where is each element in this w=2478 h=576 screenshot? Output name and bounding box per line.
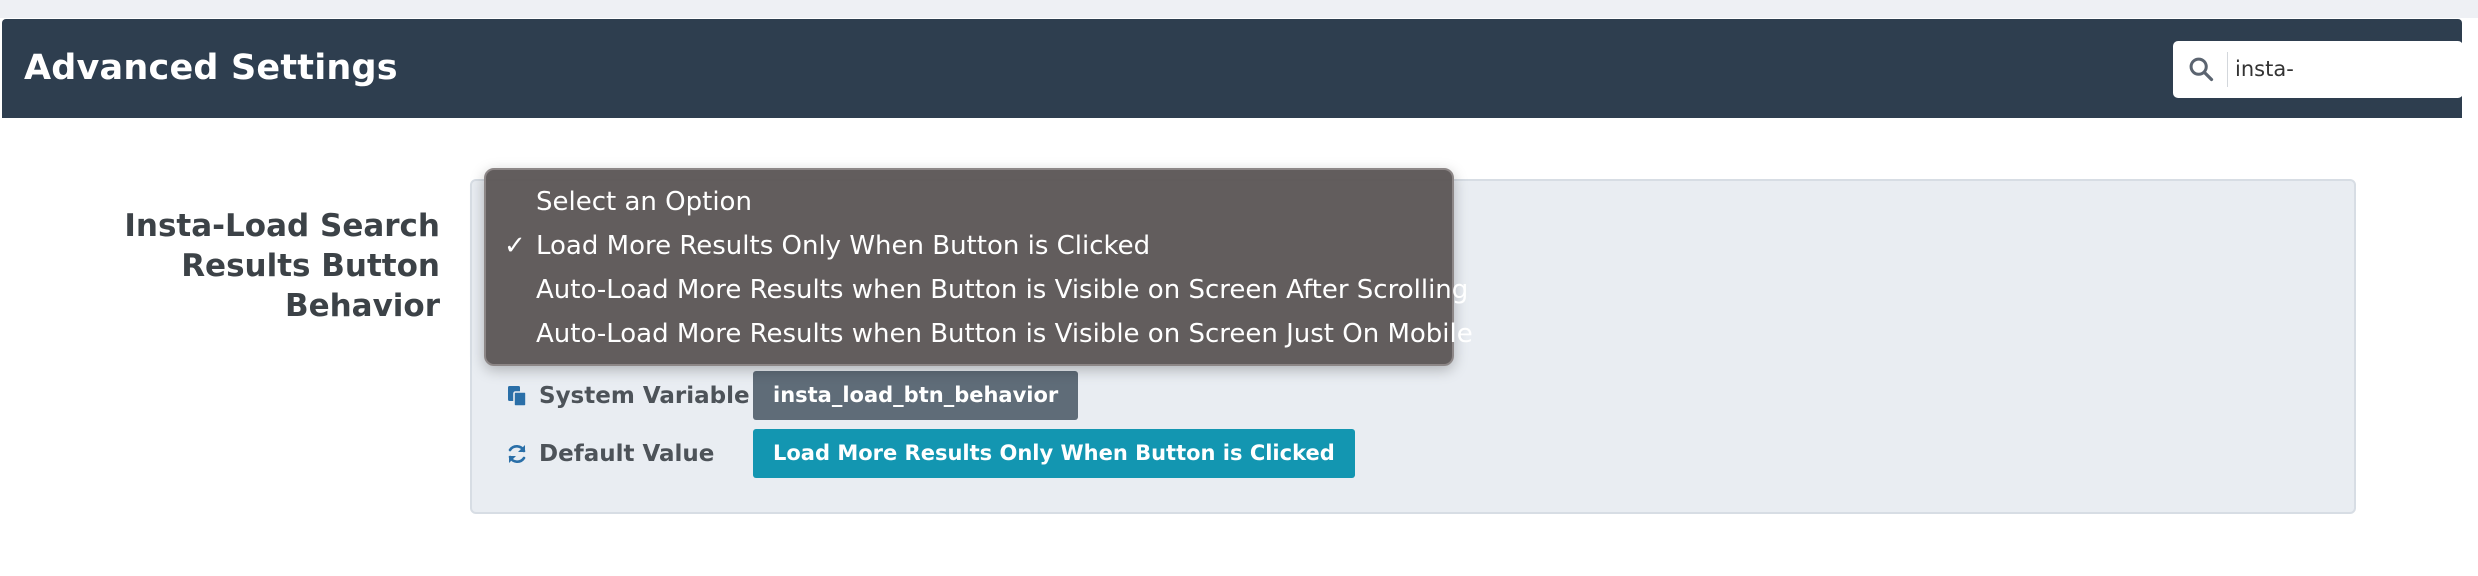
copy-icon[interactable] [505,384,529,408]
default-value-label: Default Value [539,440,715,467]
search-icon[interactable] [2187,55,2215,83]
search-input[interactable] [2235,51,2445,87]
page-title: Advanced Settings [24,48,398,88]
default-value-button[interactable]: Load More Results Only When Button is Cl… [753,429,1355,478]
system-variable-label: System Variable [539,382,750,409]
setting-label: Insta-Load Search Results Button Behavio… [124,208,440,324]
search-divider [2227,52,2228,87]
select-option[interactable]: Auto-Load More Results when Button is Vi… [536,314,1473,354]
behavior-select-dropdown[interactable]: Select an Option ✓ Load More Results Onl… [484,168,1473,366]
select-option[interactable]: Select an Option [536,182,752,222]
system-variable-row: System Variable insta_load_btn_behavior [505,371,1079,420]
system-variable-value[interactable]: insta_load_btn_behavior [753,371,1079,420]
search-box[interactable] [2173,41,2463,98]
checkmark-icon: ✓ [504,231,526,261]
settings-header: Advanced Settings [2,19,2463,118]
refresh-icon[interactable] [505,442,529,466]
select-option[interactable]: Auto-Load More Results when Button is Vi… [536,270,1468,310]
default-value-row: Default Value Load More Results Only Whe… [505,429,1355,478]
select-option[interactable]: Load More Results Only When Button is Cl… [536,226,1150,266]
